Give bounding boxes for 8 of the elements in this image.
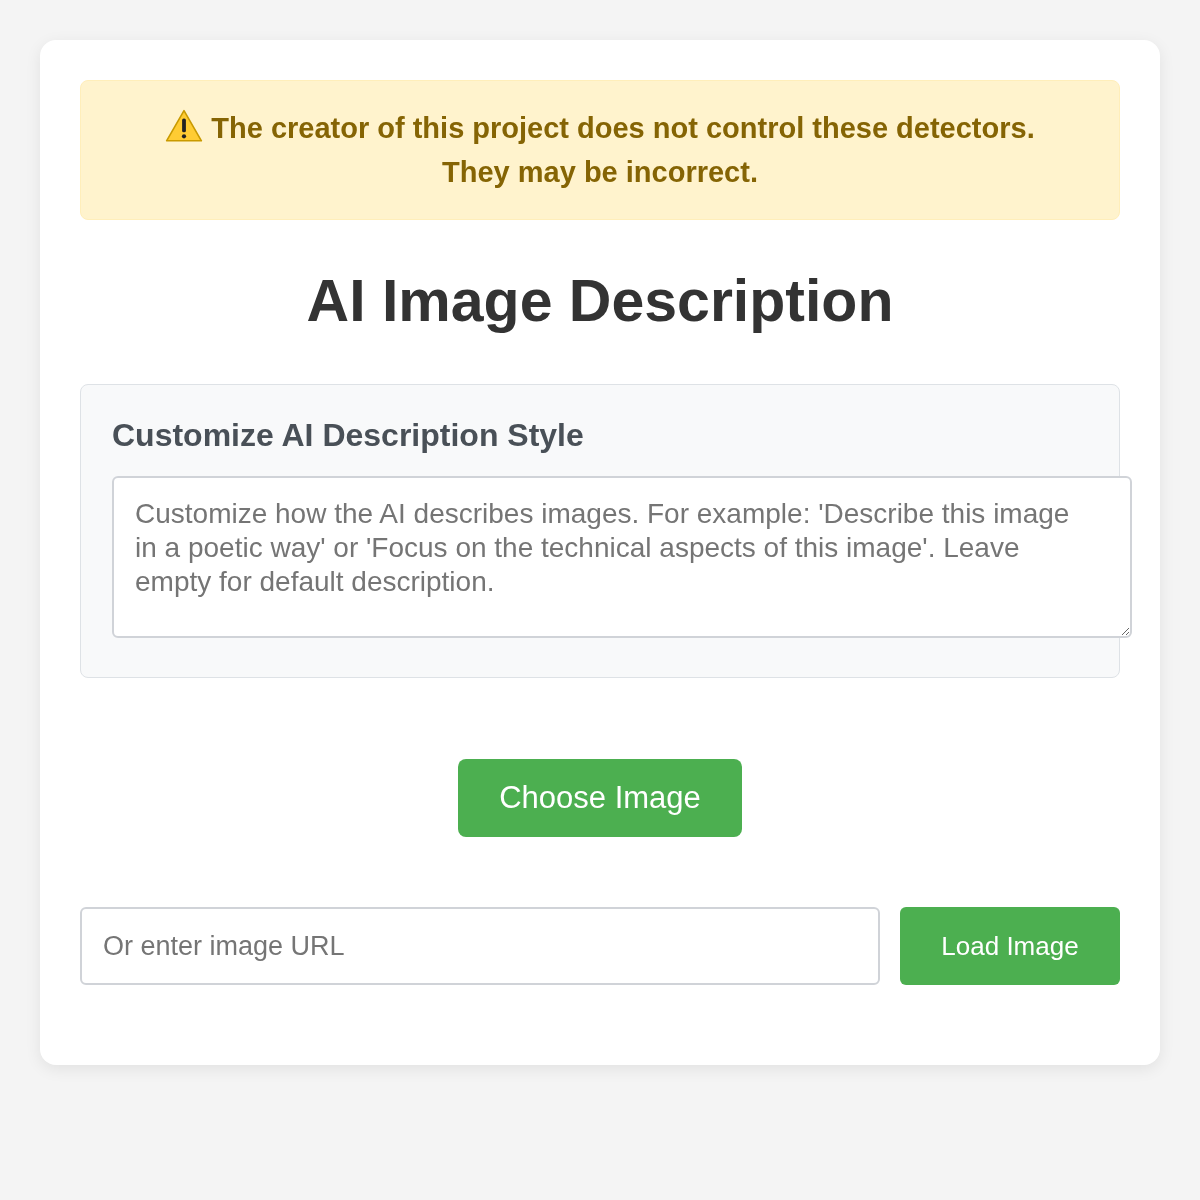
panel-heading: Customize AI Description Style bbox=[112, 416, 585, 454]
load-image-button[interactable]: Load Image bbox=[900, 907, 1120, 985]
warning-icon bbox=[165, 109, 204, 143]
choose-image-button[interactable]: Choose Image bbox=[458, 759, 742, 837]
page-title: AI Image Description bbox=[305, 267, 895, 336]
warning-text: The creator of this project does not control these detectors. They may be incorrect. bbox=[211, 112, 1035, 188]
style-textarea[interactable]: Customize how the AI describes images. For example: 'Describe this image in a poetic way' or 'Focus on the technical aspects of this image'. Leave empty for default description. bbox=[112, 476, 1132, 638]
image-url-field[interactable]: Or enter image URL bbox=[80, 907, 880, 985]
